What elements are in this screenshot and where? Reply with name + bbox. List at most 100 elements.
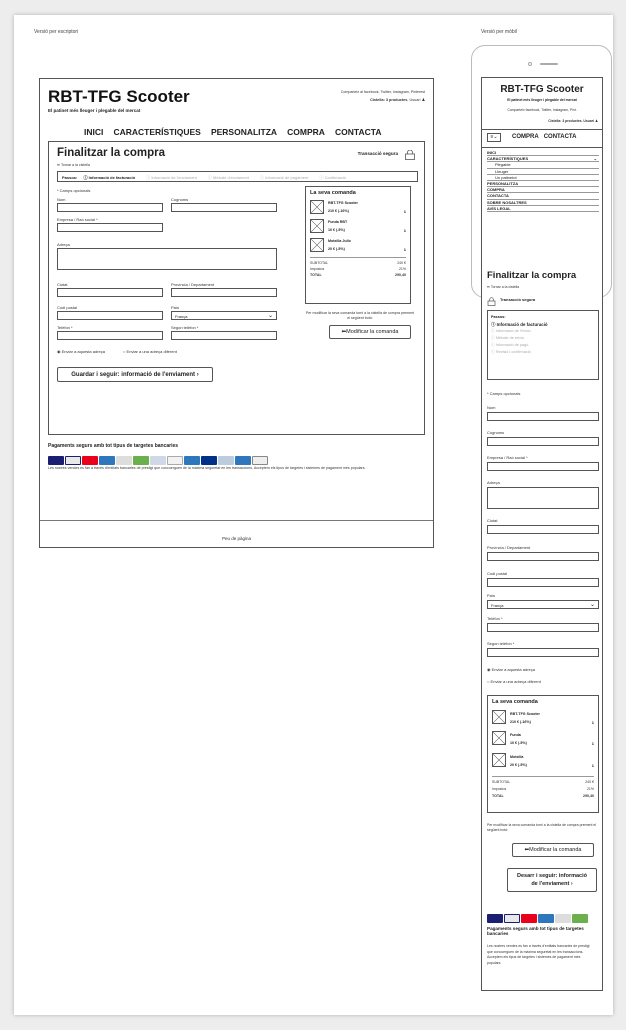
- m-brand-title[interactable]: RBT-TFG Scooter: [482, 84, 602, 95]
- m-cp-input[interactable]: [487, 578, 599, 587]
- m-tax-value: 21%: [586, 787, 594, 791]
- payments-title: Pagaments segurs amb tot tipus de target…: [48, 443, 179, 449]
- back-arrow-icon: ⬅: [487, 285, 490, 289]
- nav-compra[interactable]: COMPRA: [287, 127, 325, 137]
- m-step-2[interactable]: ⓘ Informació de l'envio: [491, 328, 595, 335]
- nav-caracteristiques[interactable]: CARACTERÍSTIQUES: [113, 127, 200, 137]
- m-pais-select[interactable]: França ⌄: [487, 600, 599, 609]
- step-1[interactable]: ⓘ Informació de facturació: [83, 175, 140, 180]
- step-2[interactable]: ⓘ Informació de l'enviament: [146, 175, 202, 180]
- m-step-active[interactable]: ⓘ Informació de facturació: [491, 321, 595, 328]
- radio-same-address[interactable]: ◉ Enviar a aquesta adreça: [57, 349, 105, 354]
- total-label: TOTAL: [310, 273, 322, 277]
- nav-contacta[interactable]: CONTACTA: [335, 127, 381, 137]
- nom-input[interactable]: [57, 203, 163, 212]
- m-menu-caracteristiques[interactable]: CARACTERÍSTIQUES ⌄: [487, 156, 599, 163]
- nav-personalitza[interactable]: PERSONALITZA: [211, 127, 277, 137]
- m-pais-label: País: [487, 593, 496, 598]
- radio-checked-icon[interactable]: ◉: [57, 349, 61, 354]
- card-icon: [555, 914, 571, 923]
- m-modify-order-button[interactable]: ⬅ Modificar la comanda: [512, 843, 594, 857]
- card-icon: [235, 456, 251, 465]
- m-ciutat-label: Ciutat: [487, 518, 498, 523]
- m-radio-other[interactable]: ○ Enviar a una adreça diferent: [487, 679, 541, 684]
- product-image: [492, 753, 506, 767]
- card-icon: [252, 456, 268, 465]
- m-nom-input[interactable]: [487, 412, 599, 421]
- m-cart-user[interactable]: Cistella: 3 productes. Usuari ♟: [548, 119, 598, 123]
- cart-label[interactable]: Cistella: 3 productes: [370, 98, 407, 102]
- step-4[interactable]: ⓘ Informació de pagament: [260, 175, 313, 180]
- back-to-cart[interactable]: ⬅ Tornar a la cistella: [57, 163, 90, 168]
- m-radio-same[interactable]: ◉ Enviar a aquesta adreça: [487, 667, 535, 672]
- empresa-input[interactable]: [57, 223, 163, 232]
- m-steps-box: Passos: ⓘ Informació de facturació ⓘ Inf…: [487, 310, 599, 380]
- checkout-title: Finalitzar la compra: [57, 147, 166, 159]
- amex-icon: [99, 456, 115, 465]
- product-image: [310, 200, 324, 214]
- radio-empty-icon[interactable]: ○: [487, 679, 489, 684]
- radio-empty-icon[interactable]: ○: [123, 349, 125, 354]
- m-cart-label[interactable]: Cistella: 3 productes. Usuari: [548, 119, 594, 123]
- camera-icon: [528, 62, 532, 66]
- user-icon[interactable]: ♟: [595, 119, 598, 123]
- m-cognoms-label: Cognoms: [487, 430, 505, 435]
- ciutat-input[interactable]: [57, 288, 163, 297]
- m-step-5[interactable]: ⓘ Revisió i confirmació: [491, 349, 595, 356]
- share-links[interactable]: Comparteix al facebook, Twitter, Instagr…: [341, 90, 425, 95]
- hamburger-menu-icon[interactable]: ≡⌄: [487, 133, 501, 142]
- mastercard-icon: [82, 456, 98, 465]
- order-summary: La seva comanda RBT-TFG Scooter 210 € (-…: [305, 186, 411, 304]
- cp-input[interactable]: [57, 311, 163, 320]
- card-icon: [116, 456, 132, 465]
- chevron-down-icon: ⌄: [267, 313, 273, 319]
- m-nav-contacta[interactable]: CONTACTA: [544, 134, 577, 140]
- telefon-input[interactable]: [57, 331, 163, 340]
- cp-label: Codi postal: [57, 305, 78, 310]
- order-title: La seva comanda: [310, 190, 356, 196]
- item-qty: 1: [403, 247, 406, 252]
- m-empresa-input[interactable]: [487, 462, 599, 471]
- user-icon[interactable]: ♟: [422, 98, 425, 102]
- m-back-to-cart[interactable]: ⬅ Tornar a la cistella: [487, 285, 519, 290]
- radio-checked-icon[interactable]: ◉: [487, 667, 491, 672]
- m-provincia-input[interactable]: [487, 552, 599, 561]
- m-telefon-input[interactable]: [487, 623, 599, 632]
- nav-inici[interactable]: INICI: [84, 127, 103, 137]
- nom-label: Nom: [57, 197, 66, 202]
- m-step-3[interactable]: ⓘ Mètode de envio: [491, 335, 595, 342]
- m-cognoms-input[interactable]: [487, 437, 599, 446]
- provincia-label: Província / Departament: [171, 282, 215, 287]
- m-adreca-input[interactable]: [487, 487, 599, 509]
- item-qty: 1: [591, 720, 594, 725]
- item-name: RBT-TFG Scooter: [328, 201, 358, 205]
- card-icon: [218, 456, 234, 465]
- item-price: 210 € (-16%): [328, 209, 349, 213]
- adreca-input[interactable]: [57, 248, 277, 270]
- step-3[interactable]: ⓘ Mètode d'enviament: [208, 175, 254, 180]
- m-nav-compra[interactable]: COMPRA: [512, 134, 539, 140]
- brand-title[interactable]: RBT-TFG Scooter: [48, 87, 190, 107]
- m-empresa-label: Empresa / Raó social *: [487, 455, 528, 460]
- step-5[interactable]: ⓘ Confirmació: [319, 175, 350, 180]
- m-telefon2-input[interactable]: [487, 648, 599, 657]
- card-icon: [572, 914, 588, 923]
- card-icon: [133, 456, 149, 465]
- footer-divider: [40, 520, 433, 521]
- m-menu-avis[interactable]: AVÍS LEGAL: [487, 206, 599, 213]
- modify-order-button[interactable]: ⬅ Modificar la comanda: [329, 325, 411, 339]
- m-provincia-label: Província / Departament: [487, 545, 531, 550]
- back-label[interactable]: Tornar a la cistella: [61, 163, 90, 167]
- radio-other-address[interactable]: ○ Enviar a una adreça diferent: [123, 349, 177, 354]
- cognoms-input[interactable]: [171, 203, 277, 212]
- m-step-4[interactable]: ⓘ Informació de pagó: [491, 342, 595, 349]
- m-ciutat-input[interactable]: [487, 525, 599, 534]
- cart-user[interactable]: Cistella: 3 productes, Usuari ♟: [370, 98, 425, 103]
- user-label[interactable]: Usuari: [410, 98, 421, 102]
- m-save-continue-button[interactable]: Desarr i seguir: informació de l'enviame…: [507, 868, 597, 892]
- m-share-links[interactable]: Comparteix facebook, Twitter, Instagram,…: [482, 108, 602, 112]
- pais-select[interactable]: França ⌄: [171, 311, 277, 320]
- telefon2-input[interactable]: [171, 331, 277, 340]
- provincia-input[interactable]: [171, 288, 277, 297]
- save-continue-button[interactable]: Guardar i seguir: informació de l'enviam…: [57, 367, 213, 382]
